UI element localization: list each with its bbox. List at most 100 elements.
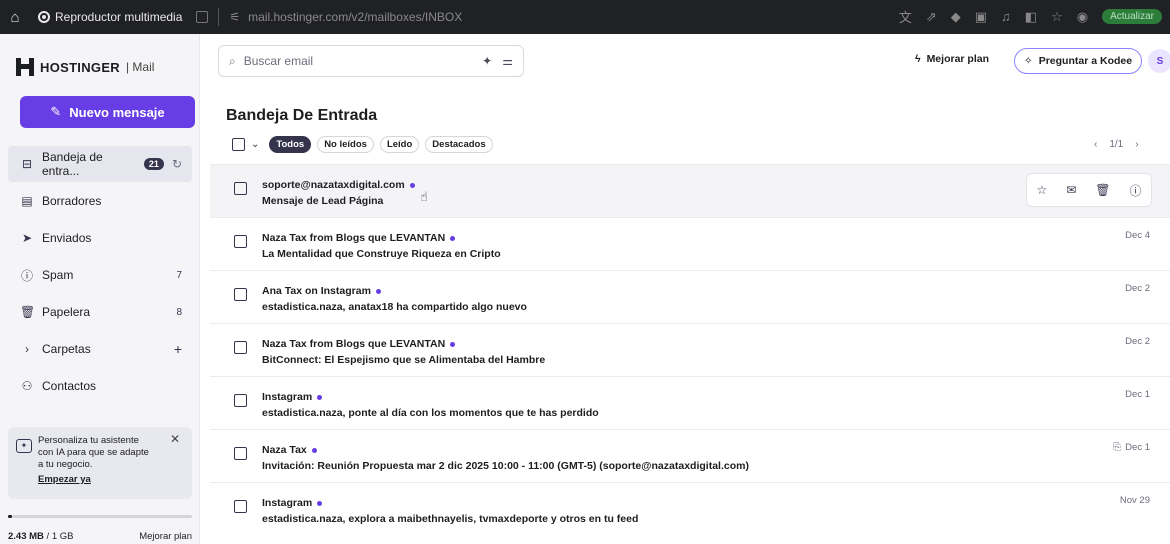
- page-title: Bandeja De Entrada: [226, 107, 378, 124]
- email-sender: Ana Tax on Instagram: [262, 285, 371, 297]
- contacts-icon: ⚇: [21, 379, 33, 393]
- translate-icon[interactable]: 文: [899, 7, 912, 26]
- mailbox-nav: ⊟ Bandeja de entra... 21 ↻ ▤ Borradores …: [8, 146, 192, 405]
- home-icon[interactable]: ⌂: [0, 9, 30, 26]
- sidebar-item-trash[interactable]: 🗑 Papelera 8: [8, 294, 192, 330]
- delete-icon[interactable]: 🗑: [1095, 183, 1110, 197]
- brand-name: HOSTINGER: [40, 59, 120, 75]
- table-row[interactable]: Naza Tax from Blogs que LEVANTAN La Ment…: [210, 217, 1170, 270]
- tab-square-icon[interactable]: [196, 11, 209, 23]
- table-row[interactable]: Ana Tax on Instagram estadistica.naza, a…: [210, 270, 1170, 323]
- email-sender: Naza Tax from Blogs que LEVANTAN: [262, 338, 446, 350]
- sync-icon[interactable]: ↻: [172, 157, 182, 171]
- close-icon[interactable]: ✕: [170, 433, 180, 445]
- table-row[interactable]: Instagram estadistica.naza, explora a ma…: [210, 482, 1170, 535]
- email-subject: La Mentalidad que Construye Riqueza en C…: [262, 248, 501, 260]
- trash-count: 8: [176, 306, 182, 318]
- unread-dot-icon: [311, 447, 317, 453]
- inbox-icon: ⊟: [21, 157, 33, 171]
- extension-icon[interactable]: ◆: [951, 9, 961, 25]
- filter-unread[interactable]: No leídos: [317, 136, 374, 153]
- email-subject: BitConnect: El Espejismo que se Alimenta…: [262, 354, 546, 366]
- table-row[interactable]: Naza Tax Invitación: Reunión Propuesta m…: [210, 429, 1170, 482]
- next-page-icon[interactable]: ›: [1135, 139, 1138, 150]
- chevron-down-icon[interactable]: ⌄: [251, 139, 259, 150]
- add-folder-button[interactable]: +: [174, 341, 182, 357]
- promo-text: Personaliza tu asistente con IA para que…: [38, 435, 149, 470]
- sidebar-item-folders[interactable]: › Carpetas +: [8, 331, 192, 367]
- filter-starred[interactable]: Destacados: [425, 136, 493, 153]
- sidebar-item-drafts[interactable]: ▤ Borradores: [8, 183, 192, 219]
- table-row[interactable]: Naza Tax from Blogs que LEVANTAN BitConn…: [210, 323, 1170, 376]
- sidebar-item-label: Contactos: [42, 379, 97, 393]
- prev-page-icon[interactable]: ‹: [1094, 139, 1097, 150]
- storage-progress-fill: [8, 515, 12, 518]
- email-subject: estadistica.naza, explora a maibethnayel…: [262, 513, 639, 525]
- filter-settings-icon[interactable]: ⚌: [502, 54, 513, 68]
- storage-upgrade-link[interactable]: Mejorar plan: [139, 531, 192, 542]
- sidebar-icon[interactable]: ◧: [1025, 9, 1037, 25]
- email-sender: Naza Tax from Blogs que LEVANTAN: [262, 232, 446, 244]
- spam-report-icon[interactable]: ⓘ: [1129, 182, 1141, 199]
- profile-icon[interactable]: ◉: [1077, 9, 1088, 25]
- sidebar-item-contacts[interactable]: ⚇ Contactos: [8, 368, 192, 404]
- email-sender: Instagram: [262, 391, 313, 403]
- tab-search-icon[interactable]: ▣: [975, 9, 987, 25]
- email-checkbox[interactable]: [234, 288, 247, 301]
- table-row[interactable]: Instagram estadistica.naza, ponte al día…: [210, 376, 1170, 429]
- table-row[interactable]: soporte@nazataxdigital.com Mensaje de Le…: [210, 164, 1170, 217]
- sidebar-item-label: Spam: [42, 268, 74, 282]
- site-settings-icon[interactable]: ⚟: [229, 10, 240, 24]
- email-date: Dec 4: [1125, 230, 1150, 241]
- sidebar-item-spam[interactable]: ⓘ Spam 7: [8, 257, 192, 293]
- email-checkbox[interactable]: [234, 500, 247, 513]
- ai-sparkle-icon[interactable]: ✦: [482, 54, 492, 68]
- compose-button[interactable]: ✎ Nuevo mensaje: [20, 96, 195, 128]
- spam-icon: ⓘ: [20, 268, 33, 283]
- hand-cursor-icon: ☝: [420, 189, 428, 204]
- email-subject: Mensaje de Lead Página: [262, 195, 384, 207]
- chevron-right-icon: ›: [25, 342, 29, 356]
- email-checkbox[interactable]: [234, 235, 247, 248]
- select-all-checkbox[interactable]: [232, 138, 245, 151]
- unread-dot-icon: [317, 500, 323, 506]
- email-checkbox[interactable]: [234, 394, 247, 407]
- promo-start-link[interactable]: Empezar ya: [38, 474, 91, 486]
- email-subject: estadistica.naza, ponte al día con los m…: [262, 407, 599, 419]
- email-subject: Invitación: Reunión Propuesta mar 2 dic …: [262, 460, 749, 472]
- search-input[interactable]: Buscar email: [244, 54, 313, 68]
- sidebar-item-sent[interactable]: ➤ Enviados: [8, 220, 192, 256]
- address-bar[interactable]: ⚟ mail.hostinger.com/v2/mailboxes/INBOX: [229, 10, 462, 24]
- email-date: Dec 1: [1125, 389, 1150, 400]
- email-checkbox[interactable]: [234, 341, 247, 354]
- search-icon: ⌕: [229, 53, 236, 68]
- mark-read-icon[interactable]: ✉: [1066, 183, 1076, 197]
- ai-chat-icon: ✦: [16, 439, 32, 453]
- music-icon[interactable]: ♫: [1001, 9, 1011, 24]
- filter-all[interactable]: Todos: [269, 136, 312, 153]
- unread-dot-icon: [375, 288, 381, 294]
- ask-kodee-button[interactable]: ✧ Preguntar a Kodee: [1014, 48, 1142, 74]
- star-icon[interactable]: ☆: [1036, 183, 1047, 197]
- media-player-icon: [38, 11, 50, 23]
- filter-bar: ⌄ Todos No leídos Leído Destacados: [232, 136, 493, 153]
- sidebar-item-inbox[interactable]: ⊟ Bandeja de entra... 21 ↻: [8, 146, 192, 182]
- sidebar-item-label: Bandeja de entra...: [42, 150, 103, 178]
- pagination: ‹ 1/1 ›: [1094, 139, 1139, 150]
- bookmark-icon[interactable]: ☆: [1051, 9, 1063, 25]
- avatar[interactable]: S: [1148, 49, 1170, 73]
- filter-read[interactable]: Leído: [379, 136, 420, 153]
- update-pill[interactable]: Actualizar: [1102, 9, 1162, 24]
- kodee-sparkle-icon: ✧: [1023, 55, 1033, 67]
- upgrade-plan-button[interactable]: ϟ Mejorar plan: [915, 53, 989, 65]
- email-checkbox[interactable]: [234, 182, 247, 195]
- media-tab[interactable]: Reproductor multimedia: [30, 5, 190, 29]
- search-box[interactable]: ⌕ Buscar email ✦ ⚌: [218, 45, 524, 77]
- brand-sub: | Mail: [125, 60, 155, 74]
- email-checkbox[interactable]: [234, 447, 247, 460]
- email-sender: soporte@nazataxdigital.com: [262, 179, 405, 191]
- share-icon[interactable]: ⇗: [926, 9, 937, 25]
- browser-toolbar: ⌂ Reproductor multimedia ⚟ mail.hostinge…: [0, 0, 1170, 34]
- email-sender: Naza Tax: [262, 444, 307, 456]
- hostinger-logo[interactable]: HOSTINGER | Mail: [16, 58, 154, 76]
